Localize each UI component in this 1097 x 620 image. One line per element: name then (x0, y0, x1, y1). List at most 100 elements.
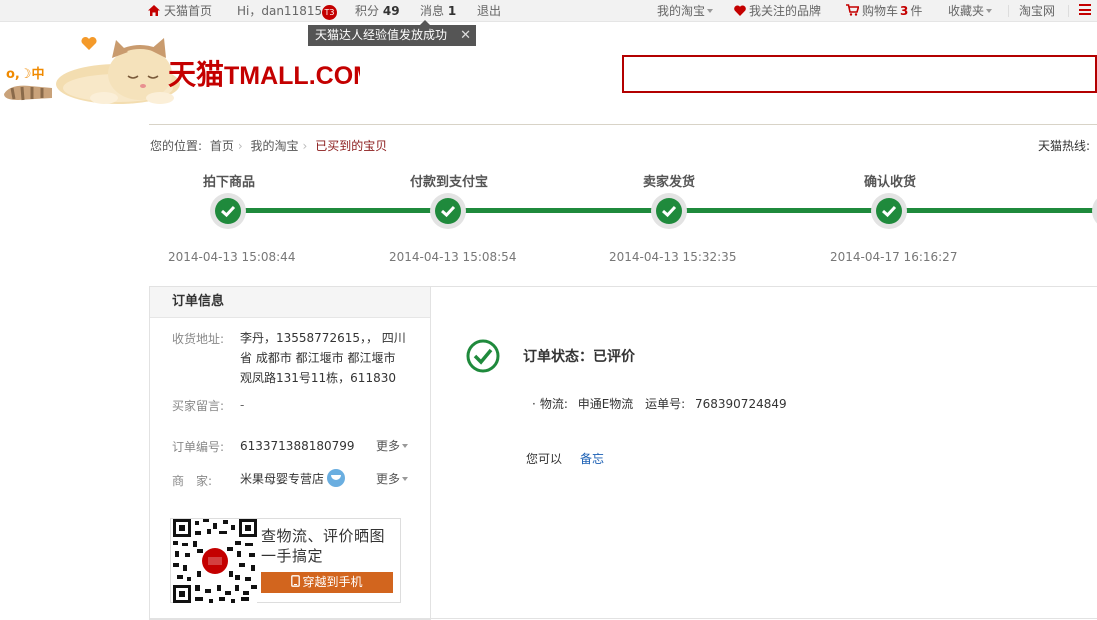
seller-more-dropdown[interactable]: 更多 (376, 470, 409, 487)
hotline-label: 天猫热线: (1038, 139, 1091, 153)
points-label: 积分 (355, 4, 380, 18)
waybill-label: 运单号: (645, 397, 686, 411)
send-to-phone-button[interactable]: 穿越到手机 (261, 572, 393, 593)
taobao-link[interactable]: 淘宝网 (1019, 3, 1055, 19)
panel-bottom-border (149, 618, 1097, 619)
breadcrumb-current[interactable]: 已买到的宝贝 (315, 139, 387, 153)
close-icon[interactable]: ✕ (460, 25, 471, 46)
address-line: 省 成都市 都江堰市 都江堰市 (240, 351, 396, 365)
tmall-logo[interactable]: o,☽中 天猫 TMALL.COM (0, 36, 374, 108)
order-info-panel: 订单信息 收货地址: 李丹，13558772615，， 四川 省 成都市 都江堰… (149, 286, 430, 620)
svg-text:o,☽中: o,☽中 (6, 66, 45, 82)
header-divider (149, 124, 1097, 125)
my-taobao-label: 我的淘宝 (657, 4, 706, 18)
step-complete-node (871, 193, 907, 229)
carrier-name: 申通E物流 (577, 397, 634, 411)
cart-icon (846, 4, 860, 16)
breadcrumb-prefix: 您的位置: (150, 139, 203, 153)
greeting-text: Hi， (237, 4, 262, 18)
order-number-label: 订单编号: (172, 440, 225, 454)
qr-code-icon (173, 519, 257, 603)
chevron-down-icon (402, 444, 409, 448)
messages-link[interactable]: 消息 1 (420, 3, 456, 19)
step-time: 2014-04-13 15:32:35 (609, 250, 737, 264)
qr-promo-line: 一手搞定 (261, 547, 324, 565)
check-icon (441, 205, 456, 218)
step-time: 2014-04-13 15:08:54 (389, 250, 517, 264)
send-to-phone-label: 穿越到手机 (302, 575, 363, 589)
site-nav-bar: 天猫首页 Hi，dan11815 T3 积分 49 消息 1 退出 我的淘宝 我… (0, 0, 1097, 22)
step-time: 2014-04-13 15:08:44 (168, 250, 296, 264)
heart-icon (734, 5, 746, 16)
step-complete-node (210, 193, 246, 229)
step-label: 付款到支付宝 (410, 175, 489, 190)
sleeping-cat-mascot: o,☽中 天猫 TMALL.COM (4, 36, 374, 104)
bullet: · (532, 397, 536, 411)
level-badge[interactable]: T3 (322, 3, 337, 20)
menu-icon[interactable] (1079, 4, 1091, 15)
more-label: 更多 (376, 439, 401, 453)
chevron-down-icon (402, 477, 409, 481)
buyer-message-value: - (240, 398, 245, 412)
divider (1008, 5, 1009, 17)
search-input[interactable] (622, 55, 1097, 93)
qr-promo-line: 查物流、评价晒图 (261, 527, 386, 545)
seller-label: 商 家: (172, 474, 213, 488)
seller-value: 米果母婴专营店 (240, 469, 346, 489)
cart-unit: 件 (910, 4, 923, 18)
address-line: 观凤路131号11栋，611830 (240, 371, 396, 385)
more-label: 更多 (376, 472, 401, 486)
cart-count: 3 (900, 4, 909, 18)
order-number-value: 613371388180799 (240, 439, 355, 453)
breadcrumb-home[interactable]: 首页 (210, 139, 234, 153)
divider (1068, 5, 1069, 17)
home-link-label: 天猫首页 (164, 4, 213, 18)
step-label: 确认收货 (864, 175, 917, 190)
logistics-info: · 物流: 申通E物流 运单号: 768390724849 (532, 395, 787, 412)
messages-count: 1 (447, 4, 457, 18)
svg-text:天猫: 天猫 (168, 59, 224, 90)
order-status-label: 订单状态： (523, 349, 593, 365)
chevron-right-icon: › (302, 139, 308, 153)
brands-label: 我关注的品牌 (749, 4, 822, 18)
order-info-title: 订单信息 (150, 287, 430, 318)
step-complete-node (430, 193, 466, 229)
step-node-partial (1092, 193, 1097, 229)
logistics-label: 物流: (539, 397, 568, 411)
order-status-value: 已评价 (593, 349, 635, 365)
brands-link[interactable]: 我关注的品牌 (734, 3, 821, 19)
waybill-number: 768390724849 (695, 397, 787, 411)
cart-label: 购物车 (862, 4, 899, 18)
memo-link[interactable]: 备忘 (580, 450, 604, 467)
chevron-down-icon (707, 9, 714, 13)
seller-name-link[interactable]: 米果母婴专营店 (240, 472, 324, 486)
buyer-message-label: 买家留言: (172, 399, 225, 413)
my-taobao-menu[interactable]: 我的淘宝 (657, 3, 714, 19)
check-icon (662, 205, 677, 218)
check-icon (221, 205, 236, 218)
logout-link[interactable]: 退出 (477, 3, 501, 19)
favorites-label: 收藏夹 (948, 4, 985, 18)
step-label: 卖家发货 (643, 175, 696, 190)
step-complete-node (651, 193, 687, 229)
points-value: 49 (382, 4, 400, 18)
greeting: Hi，dan11815 (237, 3, 322, 19)
actions-label: 您可以 (526, 452, 563, 466)
breadcrumb-my-taobao[interactable]: 我的淘宝 (251, 139, 299, 153)
chat-icon[interactable] (327, 469, 346, 487)
order-status: 订单状态：已评价 (523, 346, 635, 366)
cart-link[interactable]: 购物车 3 件 (846, 3, 922, 19)
check-icon (882, 205, 897, 218)
username-link[interactable]: dan11815 (261, 4, 322, 18)
mobile-qr-card[interactable]: 查物流、评价晒图 一手搞定 穿越到手机 (170, 518, 401, 603)
address-label: 收货地址: (172, 332, 225, 346)
address-value: 李丹，13558772615，， 四川 省 成都市 都江堰市 都江堰市 观凤路1… (240, 328, 406, 388)
home-icon (148, 5, 160, 16)
chevron-right-icon: › (237, 139, 243, 153)
status-check-icon (466, 339, 500, 373)
order-more-dropdown[interactable]: 更多 (376, 437, 409, 454)
home-link[interactable]: 天猫首页 (148, 3, 212, 19)
favorites-menu[interactable]: 收藏夹 (948, 3, 993, 19)
breadcrumb: 您的位置: 首页 › 我的淘宝 › 已买到的宝贝 (150, 138, 391, 154)
points-link[interactable]: 积分 49 (355, 3, 400, 19)
